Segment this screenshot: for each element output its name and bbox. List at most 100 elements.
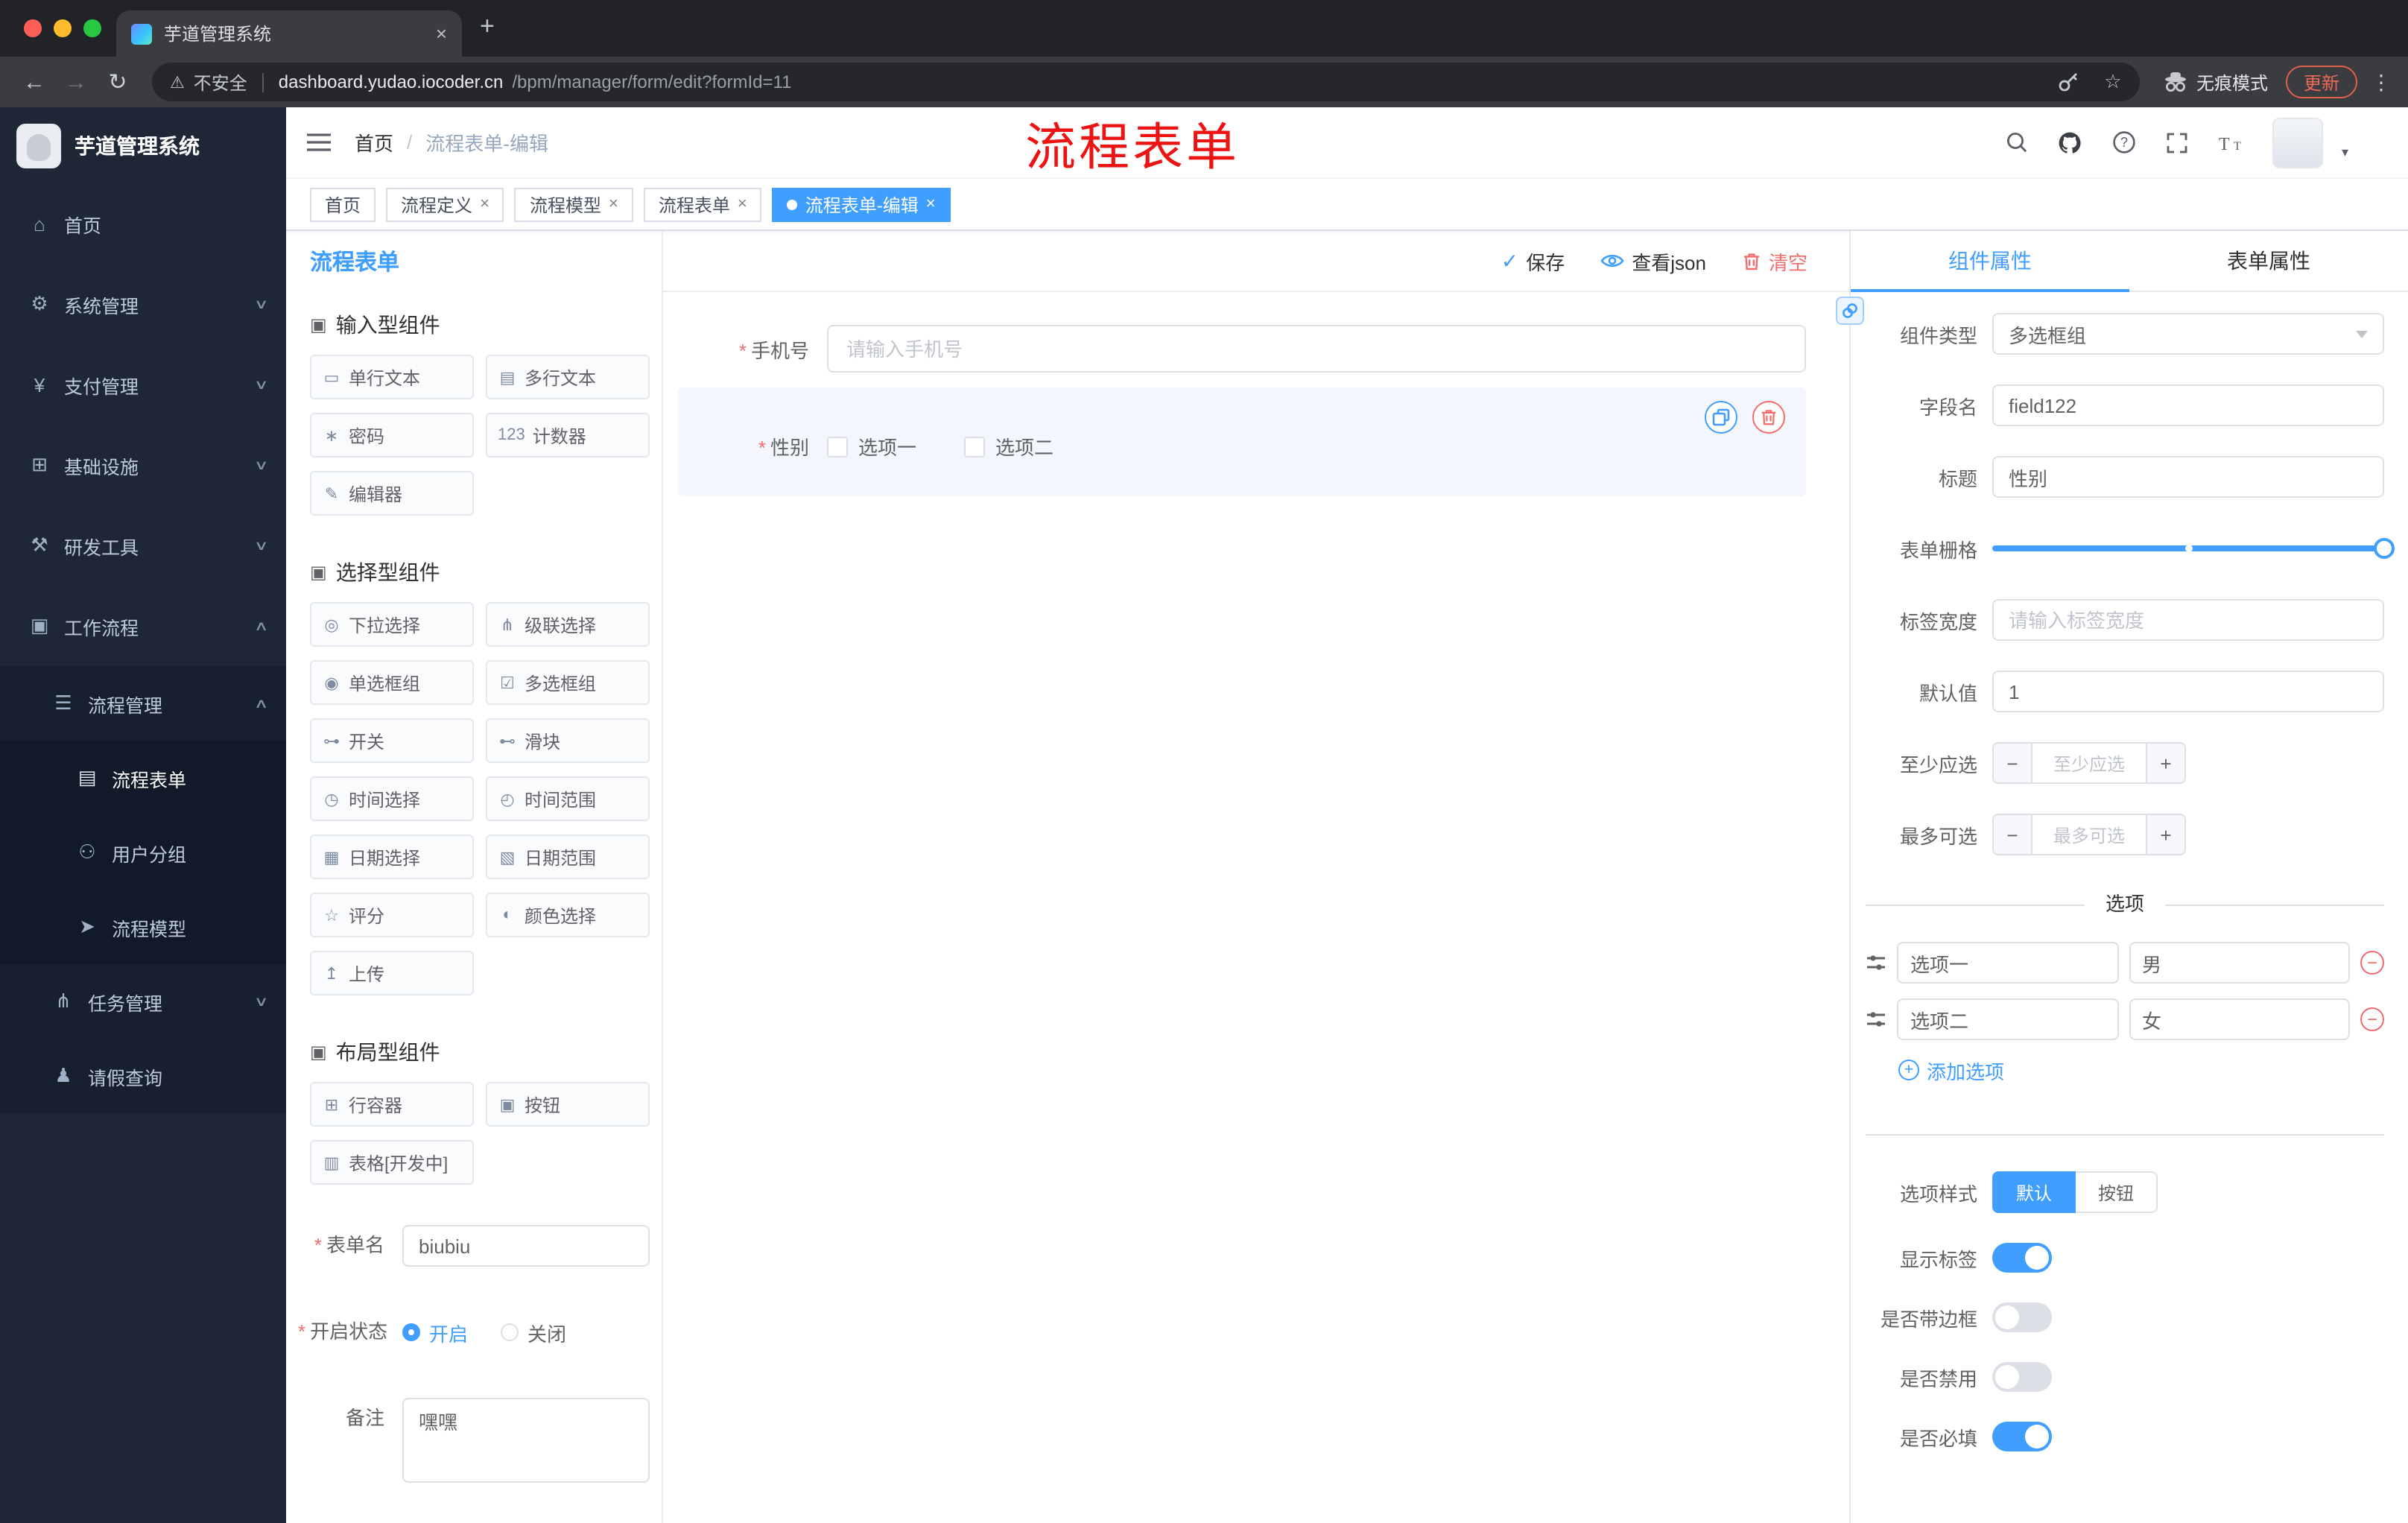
option-2-label-input[interactable] xyxy=(1897,998,2118,1040)
increase-button[interactable]: + xyxy=(2146,744,2184,782)
reload-icon[interactable]: ↻ xyxy=(98,63,137,101)
canvas-field-phone[interactable]: * 手机号 xyxy=(678,325,1806,373)
tag-process-form[interactable]: 流程表单 × xyxy=(643,187,762,221)
title-input[interactable] xyxy=(1992,456,2384,498)
border-switch[interactable] xyxy=(1992,1302,2052,1332)
user-avatar[interactable] xyxy=(2272,117,2324,168)
remove-option-icon[interactable]: − xyxy=(2360,951,2384,975)
increase-button[interactable]: + xyxy=(2146,815,2184,854)
view-json-button[interactable]: 查看json xyxy=(1600,247,1706,275)
chip-single-line-text[interactable]: ▭ 单行文本 xyxy=(310,355,474,399)
slider-handle[interactable] xyxy=(2374,538,2395,559)
security-label[interactable]: 不安全 xyxy=(194,69,247,95)
tag-home[interactable]: 首页 xyxy=(310,187,376,221)
sidebar-item-task-management[interactable]: ⋔ 任务管理 ∨ xyxy=(0,964,286,1039)
gender-option-1-checkbox[interactable]: 选项一 xyxy=(827,432,916,460)
chip-select[interactable]: ◎ 下拉选择 xyxy=(310,602,474,647)
forward-icon[interactable]: → xyxy=(57,63,95,101)
chip-switch[interactable]: ⊶ 开关 xyxy=(310,718,474,763)
properties-body[interactable]: 组件类型 多选框组 字段名 field122 标题 性别 表单栅格 标签宽度 请… xyxy=(1851,292,2408,1523)
tab-close-icon[interactable]: × xyxy=(436,22,447,45)
chip-radio-group[interactable]: ◉ 单选框组 xyxy=(310,660,474,705)
back-icon[interactable]: ← xyxy=(15,63,54,101)
default-value-input[interactable] xyxy=(1992,671,2384,712)
decrease-button[interactable]: − xyxy=(1994,744,2032,782)
sidebar-item-dev-tools[interactable]: ⚒ 研发工具 ∨ xyxy=(0,505,286,586)
drag-handle-icon[interactable] xyxy=(1866,1009,1886,1030)
min-select-value[interactable]: 至少应选 xyxy=(2032,744,2146,782)
decrease-button[interactable]: − xyxy=(1994,815,2032,854)
option-2-value-input[interactable] xyxy=(2129,998,2350,1040)
tab-form-props[interactable]: 表单属性 xyxy=(2129,231,2408,291)
sidebar-item-process-management[interactable]: ☰ 流程管理 ∧ xyxy=(0,666,286,741)
password-key-icon[interactable] xyxy=(2050,72,2086,92)
avatar-caret-icon[interactable]: ▾ xyxy=(2342,145,2348,161)
close-icon[interactable]: × xyxy=(738,195,747,213)
browser-menu-icon[interactable]: ⋮ xyxy=(2369,69,2393,95)
close-icon[interactable]: × xyxy=(926,195,936,213)
show-label-switch[interactable] xyxy=(1992,1243,2052,1273)
chip-color-picker[interactable]: ◐ 颜色选择 xyxy=(486,893,650,937)
help-icon[interactable]: ? xyxy=(2106,124,2142,160)
address-bar[interactable]: ⚠ 不安全 dashboard.yudao.iocoder.cn /bpm/ma… xyxy=(152,63,2140,101)
sidebar-item-process-form[interactable]: ▤ 流程表单 xyxy=(0,741,286,815)
gender-option-2-checkbox[interactable]: 选项二 xyxy=(964,432,1054,460)
style-default-button[interactable]: 默认 xyxy=(1992,1171,2076,1213)
required-switch[interactable] xyxy=(1992,1422,2052,1451)
chip-multi-line-text[interactable]: ▤ 多行文本 xyxy=(486,355,650,399)
app-logo[interactable]: 芋道管理系统 xyxy=(0,107,286,183)
sidebar-item-home[interactable]: ⌂ 首页 xyxy=(0,183,286,264)
chip-date-picker[interactable]: ▦ 日期选择 xyxy=(310,835,474,879)
tag-process-model[interactable]: 流程模型 × xyxy=(514,187,633,221)
sidebar-collapse-icon[interactable] xyxy=(307,133,331,152)
disabled-switch[interactable] xyxy=(1992,1362,2052,1392)
close-icon[interactable]: × xyxy=(480,195,489,213)
grid-slider[interactable] xyxy=(1992,528,2395,569)
chip-counter[interactable]: 123 计数器 xyxy=(486,413,650,457)
component-type-select[interactable]: 多选框组 xyxy=(1992,313,2384,355)
canvas-field-gender-selected[interactable]: * 性别 选项一 选项二 xyxy=(678,387,1806,496)
form-remark-textarea[interactable]: 嘿嘿 xyxy=(402,1398,650,1483)
sidebar-item-user-group[interactable]: ⚇ 用户分组 xyxy=(0,815,286,890)
tab-component-props[interactable]: 组件属性 xyxy=(1851,231,2129,292)
remove-option-icon[interactable]: − xyxy=(2360,1007,2384,1031)
drag-handle-icon[interactable] xyxy=(1866,952,1886,973)
sidebar-item-workflow[interactable]: ▣ 工作流程 ∧ xyxy=(0,586,286,666)
chip-button[interactable]: ▣ 按钮 xyxy=(486,1082,650,1127)
window-minimize-button[interactable] xyxy=(54,19,72,37)
option-1-label-input[interactable] xyxy=(1897,942,2118,984)
link-icon[interactable] xyxy=(1836,297,1864,325)
chip-slider[interactable]: ⊷ 滑块 xyxy=(486,718,650,763)
new-tab-button[interactable]: + xyxy=(480,12,495,42)
tag-process-form-edit-active[interactable]: 流程表单-编辑 × xyxy=(772,187,951,221)
window-close-button[interactable] xyxy=(24,19,42,37)
form-name-input[interactable] xyxy=(402,1225,650,1267)
chip-time-picker[interactable]: ◷ 时间选择 xyxy=(310,776,474,821)
status-radio-off[interactable]: 关闭 xyxy=(501,1318,566,1346)
field-name-input[interactable] xyxy=(1992,384,2384,426)
browser-tab[interactable]: 芋道管理系统 × xyxy=(116,10,462,57)
add-option-button[interactable]: + 添加选项 xyxy=(1898,1055,2384,1085)
chip-upload[interactable]: ↥ 上传 xyxy=(310,951,474,995)
status-radio-on[interactable]: 开启 xyxy=(402,1318,468,1346)
search-icon[interactable] xyxy=(1999,124,2035,160)
browser-update-button[interactable]: 更新 xyxy=(2285,66,2357,98)
sidebar-item-infrastructure[interactable]: ⊞ 基础设施 ∨ xyxy=(0,425,286,505)
components-scroll[interactable]: ▣ 输入型组件 ▭ 单行文本 ▤ 多行文本 ∗ 密码 123 计数器 ✎ 编辑器 ▣ xyxy=(298,292,650,1523)
chip-cascader[interactable]: ⋔ 级联选择 xyxy=(486,602,650,647)
close-icon[interactable]: × xyxy=(609,195,618,213)
sidebar-item-leave-query[interactable]: ♟ 请假查询 xyxy=(0,1039,286,1113)
sidebar-item-process-model[interactable]: ➤ 流程模型 xyxy=(0,890,286,964)
phone-input[interactable] xyxy=(827,325,1806,373)
chip-editor[interactable]: ✎ 编辑器 xyxy=(310,471,474,516)
chip-date-range[interactable]: ▧ 日期范围 xyxy=(486,835,650,879)
option-1-value-input[interactable] xyxy=(2129,942,2350,984)
delete-component-button[interactable] xyxy=(1752,401,1785,434)
label-width-input[interactable] xyxy=(1992,599,2384,641)
clear-button[interactable]: 清空 xyxy=(1742,247,1807,275)
breadcrumb-home[interactable]: 首页 xyxy=(355,128,393,156)
save-button[interactable]: ✓ 保存 xyxy=(1501,247,1565,275)
fullscreen-icon[interactable] xyxy=(2160,124,2196,160)
chip-row-container[interactable]: ⊞ 行容器 xyxy=(310,1082,474,1127)
chip-time-range[interactable]: ◴ 时间范围 xyxy=(486,776,650,821)
